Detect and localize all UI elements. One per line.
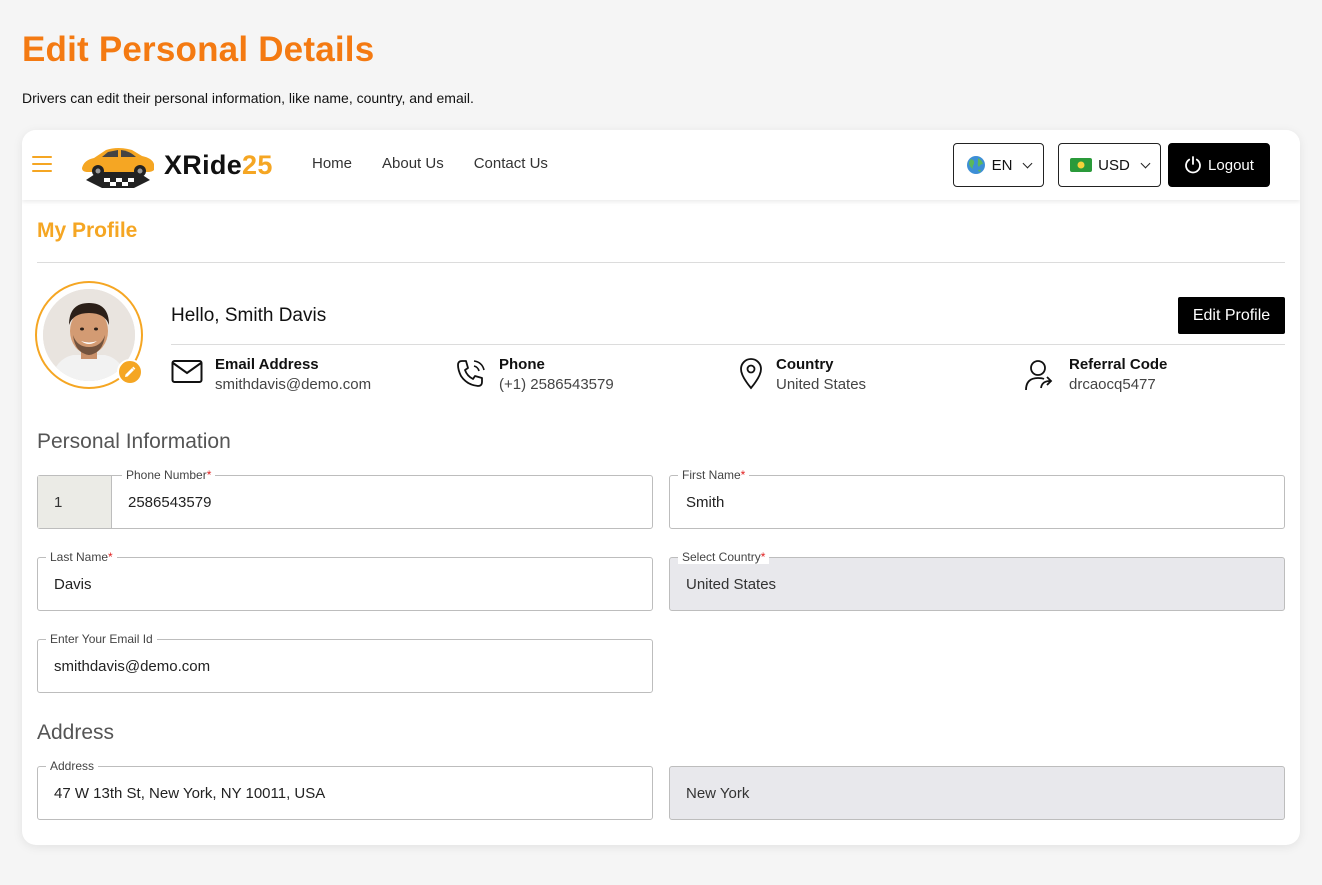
divider xyxy=(37,262,1285,263)
car-logo-icon xyxy=(82,148,154,188)
logout-label: Logout xyxy=(1208,156,1254,174)
phone-title: Phone xyxy=(499,356,545,373)
last-name-field: Last Name* xyxy=(37,550,653,611)
info-phone: Phone (+1) 2586543579 xyxy=(455,356,614,393)
money-icon xyxy=(1070,158,1093,172)
nav-link-about[interactable]: About Us xyxy=(382,155,444,172)
country-title: Country xyxy=(776,356,834,373)
phone-number-field: 1 Phone Number* xyxy=(37,468,653,529)
email-field: Enter Your Email Id xyxy=(37,632,653,693)
required-mark: * xyxy=(760,550,766,564)
nav-links: Home About Us Contact Us xyxy=(312,155,548,172)
address-field: Address xyxy=(37,759,653,820)
info-email: Email Address smithdavis@demo.com xyxy=(171,356,371,393)
country-code-box[interactable]: 1 xyxy=(38,476,112,528)
globe-icon xyxy=(966,156,985,174)
country-select-field: Select Country* xyxy=(669,550,1285,611)
email-title: Email Address xyxy=(215,356,319,373)
email-value: smithdavis@demo.com xyxy=(215,376,372,393)
last-name-input[interactable] xyxy=(38,558,652,610)
personal-info-heading: Personal Information xyxy=(37,430,231,453)
logout-button[interactable]: Logout xyxy=(1168,143,1270,187)
city-field xyxy=(669,766,1285,820)
chevron-down-icon xyxy=(1140,158,1151,168)
chevron-down-icon xyxy=(1022,158,1033,168)
currency-dropdown[interactable]: USD xyxy=(1058,143,1161,187)
address-label: Address xyxy=(50,759,95,773)
page-subtitle: Drivers can edit their personal informat… xyxy=(22,90,474,106)
hamburger-menu-icon[interactable] xyxy=(32,156,52,172)
address-input[interactable] xyxy=(38,767,652,819)
first-name-label: First Name xyxy=(682,468,741,482)
language-value: EN xyxy=(991,156,1013,174)
email-label: Enter Your Email Id xyxy=(50,632,153,646)
power-icon xyxy=(1185,156,1201,174)
country-value: United States xyxy=(776,376,867,393)
location-pin-icon xyxy=(740,358,762,390)
referral-title: Referral Code xyxy=(1069,356,1168,373)
logo-number: 25 xyxy=(242,149,273,180)
avatar-edit-button[interactable] xyxy=(117,359,143,385)
country-select[interactable] xyxy=(670,558,1284,610)
nav-link-home[interactable]: Home xyxy=(312,155,352,172)
required-mark: * xyxy=(108,550,113,564)
currency-value: USD xyxy=(1098,156,1130,174)
select-country-label: Select Country xyxy=(682,550,761,564)
phone-number-input[interactable] xyxy=(112,476,652,528)
my-profile-heading: My Profile xyxy=(37,219,138,242)
last-name-label: Last Name xyxy=(50,550,109,564)
first-name-field: First Name* xyxy=(669,468,1285,529)
info-referral: Referral Code drcaocq5477 xyxy=(1023,356,1167,393)
city-input[interactable] xyxy=(670,767,1284,819)
top-navbar: XRide25 Home About Us Contact Us EN USD xyxy=(22,130,1300,200)
page-title: Edit Personal Details xyxy=(22,30,375,69)
nav-link-contact[interactable]: Contact Us xyxy=(474,155,548,172)
referral-value: drcaocq5477 xyxy=(1069,376,1156,393)
email-input[interactable] xyxy=(38,640,652,692)
address-heading: Address xyxy=(37,721,115,744)
brand-logo[interactable]: XRide25 xyxy=(78,142,273,188)
user-share-icon xyxy=(1025,360,1053,391)
phone-value: (+1) 2586543579 xyxy=(499,376,614,393)
logo-text: XRide xyxy=(164,149,243,180)
edit-profile-button[interactable]: Edit Profile xyxy=(1178,297,1285,334)
profile-card: XRide25 Home About Us Contact Us EN USD xyxy=(22,130,1300,845)
required-mark: * xyxy=(740,468,746,482)
info-country: Country United States xyxy=(738,356,866,393)
avatar xyxy=(35,281,143,389)
language-dropdown[interactable]: EN xyxy=(953,143,1044,187)
mail-icon xyxy=(171,360,203,383)
pencil-icon xyxy=(125,366,136,377)
greeting: Hello, Smith Davis xyxy=(171,305,327,326)
first-name-input[interactable] xyxy=(670,476,1284,528)
phone-icon xyxy=(457,360,485,387)
divider xyxy=(171,344,1285,345)
